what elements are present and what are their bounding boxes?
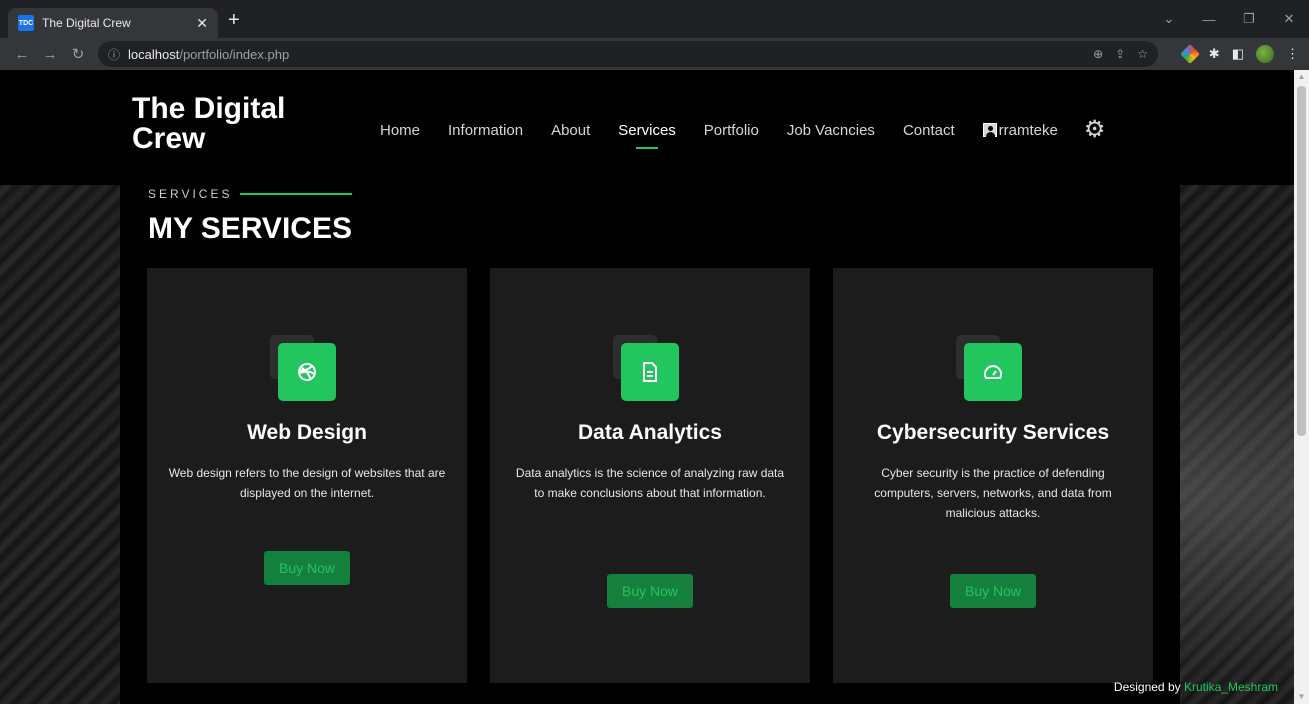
menu-icon[interactable]: ⋮: [1286, 46, 1299, 62]
card-description: Data analytics is the science of analyzi…: [515, 466, 785, 500]
favicon-icon: TDC: [18, 15, 34, 31]
omnibox-actions: ⊕ ⇪ ☆: [1093, 41, 1148, 67]
service-card-cybersecurity: Cybersecurity Services Cyber security is…: [833, 268, 1153, 683]
forward-icon[interactable]: →: [36, 46, 64, 63]
service-card-data-analytics: Data Analytics Data analytics is the sci…: [490, 268, 810, 683]
document-icon: [621, 343, 679, 401]
url-path: /portfolio/index.php: [179, 46, 290, 62]
card-title: Data Analytics: [578, 421, 722, 444]
tab-title: The Digital Crew: [42, 16, 131, 30]
credit-prefix: Designed by: [1113, 680, 1181, 694]
nav-home[interactable]: Home: [380, 122, 420, 139]
dribbble-icon: [278, 343, 336, 401]
zoom-icon[interactable]: ⊕: [1093, 47, 1103, 61]
share-icon[interactable]: ⇪: [1115, 47, 1125, 61]
eyebrow-label: SERVICES: [148, 187, 233, 201]
new-tab-icon[interactable]: +: [228, 10, 240, 30]
window-close-icon[interactable]: ✕: [1269, 0, 1309, 38]
extension-icon[interactable]: [1179, 44, 1200, 64]
back-icon[interactable]: ←: [8, 46, 36, 63]
url-host: localhost: [128, 46, 180, 62]
card-description: Web design refers to the design of websi…: [168, 466, 446, 500]
extension-icons: ✱ ◧ ⋮: [1179, 38, 1299, 70]
main-nav: Home Information About Services Portfoli…: [380, 118, 1106, 149]
browser-tab-bar: TDC The Digital Crew ✕ + ⌄ — ❐ ✕: [0, 0, 1309, 38]
card-title: Web Design: [247, 421, 367, 444]
page-scrollbar[interactable]: ▲ ▼: [1294, 70, 1309, 704]
info-icon[interactable]: ⓘ: [108, 46, 120, 63]
window-controls: ⌄ — ❐ ✕: [1149, 0, 1309, 38]
card-title: Cybersecurity Services: [876, 421, 1110, 444]
scroll-thumb[interactable]: [1297, 86, 1306, 436]
section-eyebrow: SERVICES: [148, 187, 353, 201]
close-icon[interactable]: ✕: [196, 15, 208, 32]
star-icon[interactable]: ☆: [1137, 47, 1148, 61]
user-icon: [982, 123, 997, 137]
profile-avatar[interactable]: [1256, 45, 1274, 63]
nav-portfolio[interactable]: Portfolio: [704, 122, 759, 139]
nav-services[interactable]: Services: [618, 122, 676, 149]
speedometer-icon: [964, 343, 1022, 401]
user-profile-link[interactable]: rramteke: [982, 121, 1058, 139]
chevron-down-icon[interactable]: ⌄: [1149, 0, 1189, 38]
scroll-down-icon[interactable]: ▼: [1294, 690, 1309, 704]
buy-now-button[interactable]: Buy Now: [607, 574, 693, 608]
author-link[interactable]: Krutika_Meshram: [1184, 680, 1278, 694]
gear-icon[interactable]: ⚙: [1084, 118, 1106, 142]
eyebrow-line: [240, 193, 353, 195]
service-card-web-design: Web Design Web design refers to the desi…: [147, 268, 467, 683]
scroll-up-icon[interactable]: ▲: [1294, 70, 1309, 84]
minimize-icon[interactable]: —: [1189, 0, 1229, 38]
username: rramteke: [998, 121, 1058, 139]
address-bar[interactable]: ⓘ localhost /portfolio/index.php ⊕ ⇪ ☆: [98, 41, 1158, 67]
buy-now-button[interactable]: Buy Now: [950, 574, 1036, 608]
browser-tab[interactable]: TDC The Digital Crew ✕: [8, 8, 218, 38]
buy-now-button[interactable]: Buy Now: [264, 551, 350, 585]
card-description: Cyber security is the practice of defend…: [874, 466, 1112, 520]
restore-icon[interactable]: ❐: [1229, 0, 1269, 38]
puzzle-icon[interactable]: ✱: [1209, 46, 1220, 62]
section-title: MY SERVICES: [148, 212, 352, 245]
reload-icon[interactable]: ↻: [64, 45, 92, 63]
page: The Digital Crew Home Information About …: [0, 70, 1294, 704]
site-logo[interactable]: The Digital Crew: [132, 94, 332, 154]
sidepanel-icon[interactable]: ◧: [1232, 46, 1244, 62]
nav-information[interactable]: Information: [448, 122, 523, 139]
browser-toolbar: ← → ↻ ⓘ localhost /portfolio/index.php ⊕…: [0, 38, 1309, 70]
nav-job-vacancies[interactable]: Job Vacncies: [787, 122, 875, 139]
footer-credit: Designed by Krutika_Meshram: [1114, 680, 1278, 694]
nav-about[interactable]: About: [551, 122, 590, 139]
nav-contact[interactable]: Contact: [903, 122, 955, 139]
